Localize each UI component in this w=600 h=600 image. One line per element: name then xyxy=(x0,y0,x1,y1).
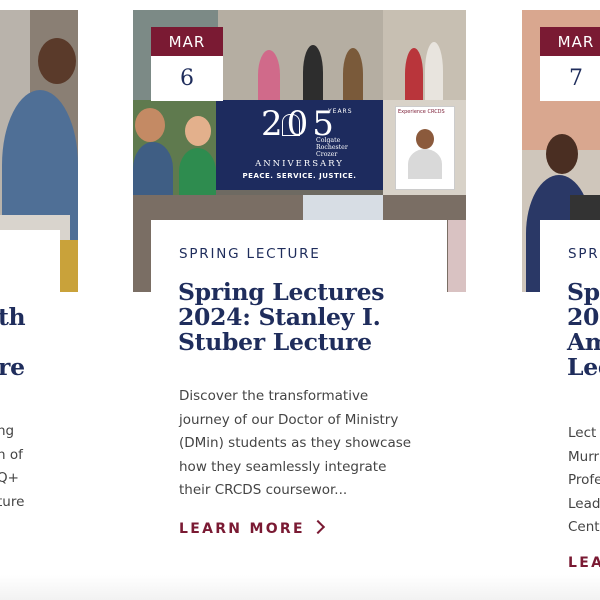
school-name-line: Colgate xyxy=(316,137,341,144)
event-title[interactable]: Spring Lectures 2024: Stanley I. Stuber … xyxy=(178,278,385,356)
school-name: Colgate Rochester Crozer xyxy=(316,137,348,158)
event-description-line: their CRCDS coursewor... xyxy=(179,482,348,498)
event-date-badge: MAR 6 xyxy=(151,27,223,101)
learn-more-label: LEARN MORE xyxy=(179,521,305,537)
event-description-line: (DMin) students as they showcase xyxy=(179,435,412,451)
event-card-left[interactable]: th re ng n of Q+ ture xyxy=(0,10,80,580)
collage-person xyxy=(133,142,173,195)
learn-more-label: LEA xyxy=(568,555,600,571)
event-title-line: re xyxy=(0,353,25,381)
school-name-line: Rochester xyxy=(316,144,348,151)
event-title-line: Lec xyxy=(567,353,600,381)
event-month: MAR xyxy=(540,27,600,56)
collage-person xyxy=(179,148,216,195)
event-category: SPRING LECTURE xyxy=(179,246,321,262)
collage-photo-8 xyxy=(448,220,466,292)
photo-person-head xyxy=(38,38,76,84)
event-category: SPR xyxy=(568,246,600,262)
learn-more-link[interactable]: LEA xyxy=(568,555,600,571)
event-title-line: Am xyxy=(567,328,600,356)
event-description-line: Lead xyxy=(568,495,600,512)
chapel-icon xyxy=(282,114,300,136)
frame-person-head xyxy=(416,129,434,149)
collage-person-head xyxy=(135,108,165,142)
event-title-line: Stuber Lecture xyxy=(178,328,372,356)
event-description-line: Discover the transformative xyxy=(179,388,369,404)
event-description-line: n of xyxy=(0,446,23,463)
event-description-line: journey of our Doctor of Ministry xyxy=(179,411,399,428)
anniversary-label: ANNIVERSARY xyxy=(255,159,344,169)
event-card-right[interactable]: MAR 7 SPR Spr 202 Am Lec Lect Murr Profe… xyxy=(522,10,600,571)
learn-more-link[interactable]: LEARN MORE xyxy=(179,519,325,537)
event-title-line: Spring Lectures xyxy=(178,278,385,306)
event-day: 6 xyxy=(180,66,194,91)
frame-caption: Experience CRCDS xyxy=(398,109,445,115)
event-description-line: ture xyxy=(0,493,25,510)
event-description: ng n of Q+ ture xyxy=(0,420,24,514)
event-description-line: Q+ xyxy=(0,470,19,486)
collage-person xyxy=(303,45,323,100)
event-description-line: Profe xyxy=(568,472,600,488)
event-title-line: 202 xyxy=(567,303,600,331)
event-day: 7 xyxy=(569,66,583,91)
collage-person xyxy=(343,48,363,100)
event-description: Lect Murr Profe Lead Cent xyxy=(568,422,600,540)
carousel-bottom-edge xyxy=(0,575,600,600)
event-description-line: how they seamlessly integrate xyxy=(179,458,387,475)
event-card-panel xyxy=(0,230,60,580)
event-title[interactable]: th re xyxy=(0,303,26,381)
chevron-right-icon xyxy=(310,519,325,535)
collage-person xyxy=(405,48,423,100)
event-title-line: th xyxy=(0,303,26,331)
event-description-line: Murr xyxy=(568,448,600,465)
collage-person xyxy=(425,42,443,100)
event-month: MAR xyxy=(151,27,223,56)
event-date-badge: MAR 7 xyxy=(540,27,600,101)
event-description-line: ng xyxy=(0,423,15,439)
anniversary-years: YEARS xyxy=(328,108,353,115)
collage-photo-frame: Experience CRCDS xyxy=(395,106,455,190)
frame-person xyxy=(408,149,442,179)
event-title-line: 2024: Stanley I. xyxy=(178,303,381,331)
event-description: Discover the transformative journey of o… xyxy=(179,385,411,503)
school-name-line: Crozer xyxy=(316,151,338,158)
anniversary-tagline: PEACE. SERVICE. JUSTICE. xyxy=(242,172,357,180)
event-card-center[interactable]: Experience CRCDS 205 YEARS Colgate Roche… xyxy=(133,10,466,570)
anniversary-logo: 205 YEARS Colgate Rochester Crozer ANNIV… xyxy=(216,100,383,190)
collage-person-head xyxy=(185,116,211,146)
event-description-line: Cent xyxy=(568,519,600,535)
photo-chair xyxy=(58,240,78,292)
photo-person-head xyxy=(546,134,578,174)
event-title-line: Spr xyxy=(567,278,600,306)
event-title[interactable]: Spr 202 Am Lec xyxy=(567,280,600,380)
event-description-line: Lect xyxy=(568,425,597,441)
collage-person xyxy=(258,50,280,100)
